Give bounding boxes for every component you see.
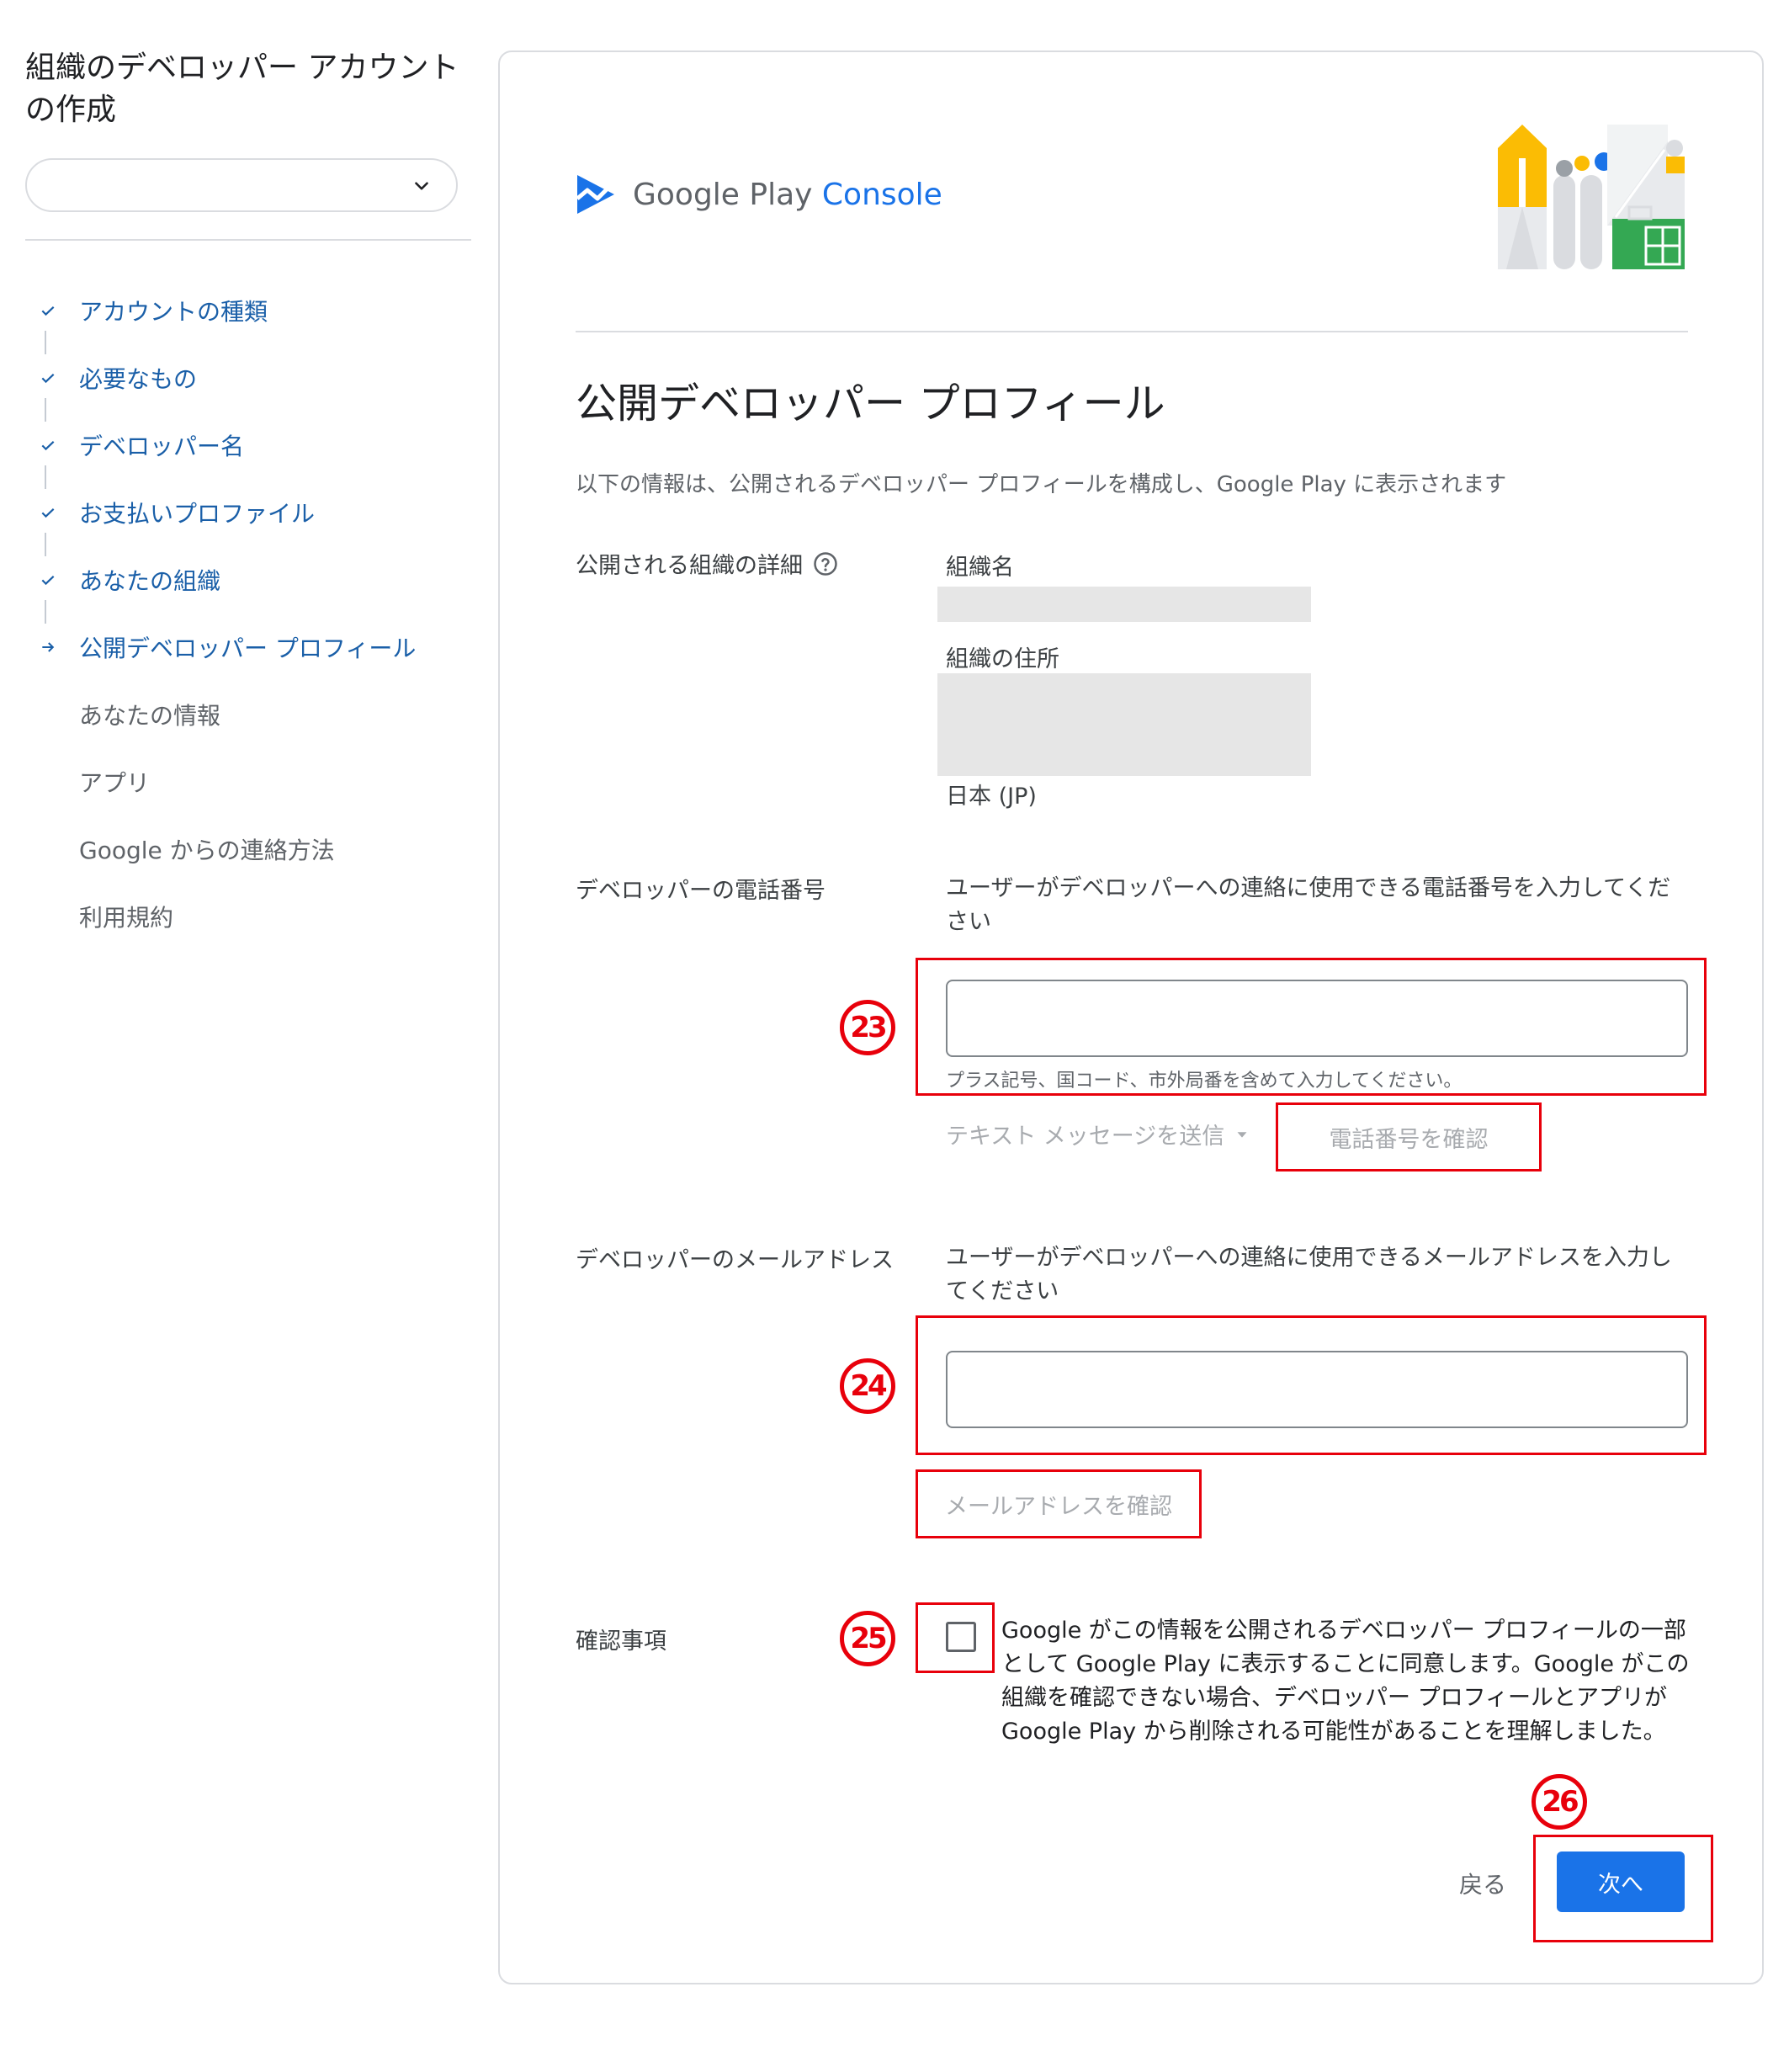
phone-input[interactable] bbox=[946, 980, 1688, 1057]
play-console-icon bbox=[576, 175, 614, 214]
annotation-26: 26 bbox=[1532, 1774, 1587, 1830]
consent-text: Google がこの情報を公開されるデベロッパー プロフィールの一部として Go… bbox=[1001, 1618, 1690, 1745]
org-name-label: 組織名 bbox=[946, 555, 1014, 581]
check-icon bbox=[35, 500, 61, 525]
email-input[interactable] bbox=[946, 1351, 1688, 1428]
step-connector bbox=[45, 331, 46, 354]
check-icon bbox=[35, 567, 61, 592]
step-label: お支払いプロファイル bbox=[79, 500, 316, 528]
step-label: アカウントの種類 bbox=[79, 298, 268, 326]
back-button[interactable]: 戻る bbox=[1459, 1867, 1506, 1900]
step-label: 必要なもの bbox=[79, 365, 198, 393]
brand-product: Console bbox=[821, 177, 942, 212]
phone-hint: プラス記号、国コード、市外局番を含めて入力してください。 bbox=[946, 1071, 1463, 1092]
org-name-value-redacted bbox=[937, 587, 1311, 622]
phone-label: デベロッパーの電話番号 bbox=[576, 878, 825, 904]
step-label: 公開デベロッパー プロフィール bbox=[79, 635, 417, 662]
step-label: 利用規約 bbox=[79, 904, 174, 932]
page-title: 公開デベロッパー プロフィール bbox=[576, 380, 1165, 428]
verify-phone-button[interactable]: 電話番号を確認 bbox=[1276, 1102, 1542, 1171]
step-label: あなたの情報 bbox=[79, 702, 221, 730]
arrow-right-icon bbox=[35, 635, 61, 660]
org-address-label: 組織の住所 bbox=[946, 646, 1059, 672]
check-icon bbox=[35, 433, 61, 458]
step-label: アプリ bbox=[79, 769, 151, 797]
step-developer-name[interactable]: デベロッパー名 bbox=[35, 428, 244, 462]
hero-illustration bbox=[1498, 125, 1685, 269]
step-connector bbox=[45, 533, 46, 556]
sidebar-title: 組織のデベロッパー アカウントの作成 bbox=[25, 50, 459, 127]
phone-description: ユーザーがデベロッパーへの連絡に使用できる電話番号を入力してください bbox=[946, 875, 1671, 935]
page-intro: 以下の情報は、公開されるデベロッパー プロフィールを構成し、Google Pla… bbox=[576, 472, 1507, 497]
check-icon bbox=[35, 298, 61, 323]
step-apps[interactable]: アプリ bbox=[35, 765, 150, 799]
org-details-label: 公開される組織の詳細 bbox=[576, 547, 838, 580]
play-console-logo: Google Play Console bbox=[576, 173, 942, 215]
annotation-25: 25 bbox=[840, 1611, 895, 1666]
check-icon bbox=[35, 365, 61, 390]
step-connector bbox=[45, 600, 46, 624]
email-description: ユーザーがデベロッパーへの連絡に使用できるメールアドレスを入力してください bbox=[946, 1245, 1672, 1304]
annotation-23: 23 bbox=[840, 1000, 895, 1055]
step-label: Google からの連絡方法 bbox=[79, 837, 335, 864]
step-contact-method[interactable]: Google からの連絡方法 bbox=[35, 832, 335, 866]
step-requirements[interactable]: 必要なもの bbox=[35, 361, 197, 395]
next-button-label: 次へ bbox=[1598, 1871, 1643, 1898]
verify-email-label: メールアドレスを確認 bbox=[945, 1493, 1172, 1520]
step-your-organization[interactable]: あなたの組織 bbox=[35, 563, 220, 597]
sidebar-divider bbox=[25, 239, 471, 241]
chevron-down-icon bbox=[415, 182, 428, 190]
help-icon[interactable] bbox=[813, 551, 838, 576]
verify-phone-label: 電話番号を確認 bbox=[1329, 1126, 1489, 1153]
annotation-24: 24 bbox=[840, 1358, 895, 1414]
card-divider bbox=[576, 331, 1688, 332]
org-address-value-redacted bbox=[937, 673, 1311, 776]
step-label: あなたの組織 bbox=[79, 567, 221, 595]
step-label: デベロッパー名 bbox=[79, 433, 245, 460]
verification-method-select[interactable]: テキスト メッセージを送信 bbox=[946, 1118, 1251, 1150]
dropdown-arrow-icon bbox=[1237, 1131, 1247, 1138]
step-connector bbox=[45, 398, 46, 422]
confirmation-label: 確認事項 bbox=[576, 1628, 666, 1655]
step-account-type[interactable]: アカウントの種類 bbox=[35, 294, 268, 327]
step-public-developer-profile[interactable]: 公開デベロッパー プロフィール bbox=[35, 630, 416, 664]
org-country: 日本 (JP) bbox=[946, 784, 1037, 810]
step-connector bbox=[45, 465, 46, 489]
step-terms[interactable]: 利用規約 bbox=[35, 900, 173, 933]
email-label: デベロッパーのメールアドレス bbox=[576, 1247, 894, 1273]
consent-checkbox[interactable] bbox=[946, 1622, 976, 1652]
verify-email-button[interactable]: メールアドレスを確認 bbox=[916, 1469, 1202, 1538]
brand-name: Google Play bbox=[633, 177, 813, 212]
step-your-info[interactable]: あなたの情報 bbox=[35, 698, 220, 731]
step-payments-profile[interactable]: お支払いプロファイル bbox=[35, 496, 315, 529]
account-select[interactable] bbox=[25, 158, 458, 212]
verification-method-value: テキスト メッセージを送信 bbox=[946, 1124, 1225, 1150]
next-button[interactable]: 次へ bbox=[1557, 1852, 1685, 1912]
